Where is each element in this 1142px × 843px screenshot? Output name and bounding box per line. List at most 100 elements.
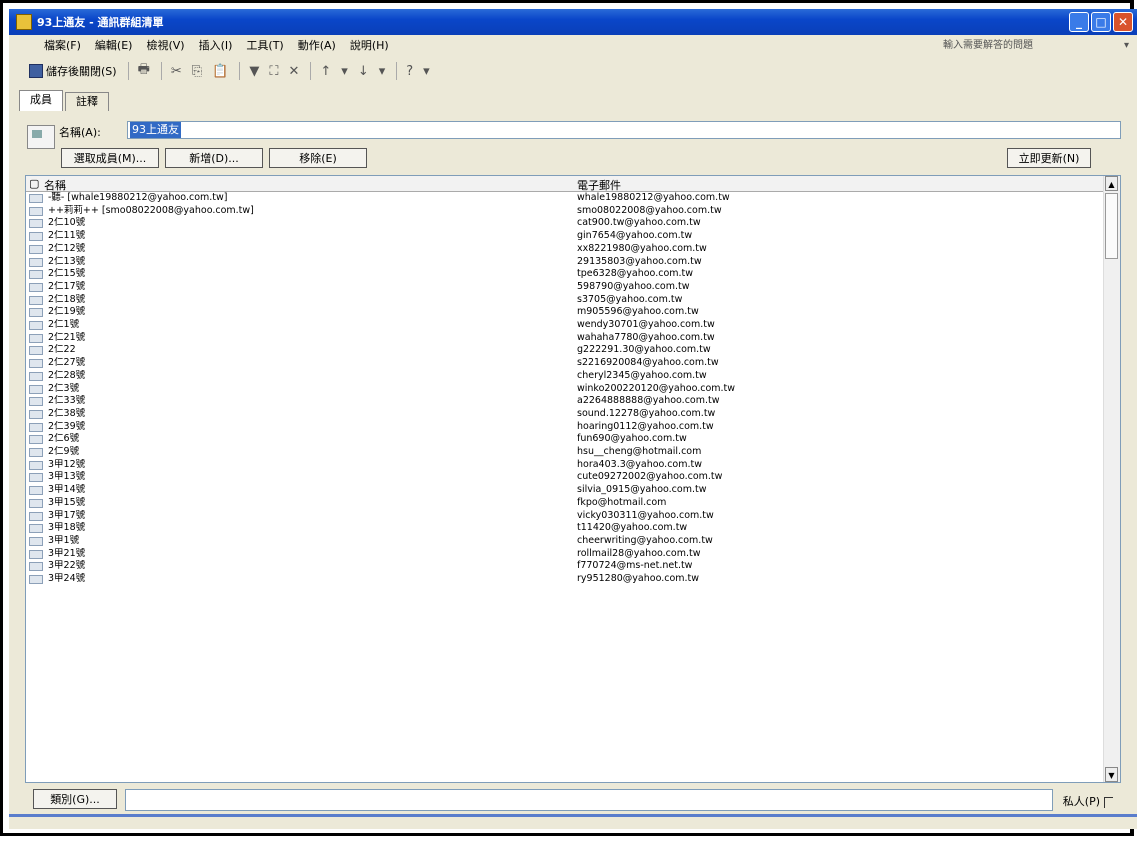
- save-close-button[interactable]: 儲存後關閉(S): [25, 60, 121, 82]
- help-chevron-icon[interactable]: ▾: [419, 60, 434, 82]
- update-now-button[interactable]: 立即更新(N): [1007, 148, 1091, 168]
- help-icon[interactable]: ?: [402, 60, 417, 82]
- menu-file[interactable]: 檔案(F): [37, 36, 88, 56]
- table-row[interactable]: 2仁6號 fun690@yahoo.com.tw: [26, 433, 1104, 446]
- contact-card-icon: [29, 295, 43, 305]
- table-row[interactable]: 2仁3號 winko200220120@yahoo.com.tw: [26, 383, 1104, 396]
- member-email: hora403.3@yahoo.com.tw: [577, 458, 703, 470]
- scroll-down-icon[interactable]: ▼: [1105, 767, 1118, 782]
- table-row[interactable]: 2仁18號 s3705@yahoo.com.tw: [26, 294, 1104, 307]
- table-row[interactable]: 2仁28號 cheryl2345@yahoo.com.tw: [26, 370, 1104, 383]
- checkbox-icon[interactable]: [1104, 796, 1113, 808]
- member-email: 29135803@yahoo.com.tw: [577, 255, 702, 267]
- vertical-scrollbar[interactable]: ▲ ▼: [1103, 176, 1120, 782]
- filter-icon[interactable]: ⛶: [265, 60, 282, 82]
- table-row[interactable]: 2仁17號 598790@yahoo.com.tw: [26, 281, 1104, 294]
- member-name: 2仁33號: [48, 395, 86, 407]
- menu-edit[interactable]: 編輯(E): [88, 36, 140, 56]
- private-checkbox[interactable]: 私人(P): [1063, 793, 1113, 809]
- remove-button[interactable]: 移除(E): [269, 148, 367, 168]
- maximize-button[interactable]: □: [1091, 12, 1111, 32]
- title-bar[interactable]: 93上通友 - 通訊群組清單 _ □ ✕: [9, 9, 1137, 35]
- copy-icon[interactable]: ⎘: [188, 60, 206, 82]
- menu-tools[interactable]: 工具(T): [239, 36, 290, 56]
- toolbar-separator: [160, 62, 162, 80]
- tab-members[interactable]: 成員: [19, 90, 63, 111]
- table-row[interactable]: 2仁12號 xx8221980@yahoo.com.tw: [26, 243, 1104, 256]
- table-row[interactable]: 3甲15號 fkpo@hotmail.com: [26, 497, 1104, 510]
- private-label: 私人(P): [1062, 795, 1100, 808]
- categories-input[interactable]: [125, 789, 1053, 811]
- member-email: tpe6328@yahoo.com.tw: [577, 268, 694, 280]
- member-email: m905596@yahoo.com.tw: [577, 306, 699, 318]
- member-email: smo08022008@yahoo.com.tw: [577, 204, 722, 216]
- move-down-icon[interactable]: ↓: [354, 60, 373, 82]
- member-email: winko200220120@yahoo.com.tw: [577, 382, 736, 394]
- table-row[interactable]: ++莉莉++ [smo08022008@yahoo.com.tw] smo0802…: [26, 205, 1104, 218]
- member-name: 3甲21號: [48, 547, 86, 559]
- scroll-up-icon[interactable]: ▲: [1105, 176, 1118, 191]
- categories-button[interactable]: 類別(G)...: [33, 789, 117, 809]
- cut-icon[interactable]: ✂: [167, 60, 186, 82]
- delete-icon[interactable]: ✕: [284, 60, 303, 82]
- member-email: whale19880212@yahoo.com.tw: [577, 192, 730, 203]
- table-row[interactable]: 2仁33號 a2264888888@yahoo.com.tw: [26, 395, 1104, 408]
- table-row[interactable]: 2仁27號 s2216920084@yahoo.com.tw: [26, 357, 1104, 370]
- toolbar-separator: [239, 62, 241, 80]
- menu-view[interactable]: 檢視(V): [139, 36, 191, 56]
- table-row[interactable]: 2仁10號 cat900.tw@yahoo.com.tw: [26, 217, 1104, 230]
- member-email: cute09272002@yahoo.com.tw: [577, 471, 723, 483]
- column-header-email[interactable]: 電子郵件: [577, 177, 621, 193]
- member-list[interactable]: ▢ 名稱 電子郵件 -聽- [whale19880212@yahoo.com.t…: [25, 175, 1121, 783]
- table-row[interactable]: 2仁9號 hsu__cheng@hotmail.com: [26, 446, 1104, 459]
- contact-card-icon: [29, 384, 43, 394]
- table-row[interactable]: 2仁1號 wendy30701@yahoo.com.tw: [26, 319, 1104, 332]
- table-row[interactable]: 2仁21號 wahaha7780@yahoo.com.tw: [26, 332, 1104, 345]
- table-row[interactable]: 2仁39號 hoaring0112@yahoo.com.tw: [26, 421, 1104, 434]
- member-email: cat900.tw@yahoo.com.tw: [577, 217, 701, 229]
- scroll-thumb[interactable]: [1105, 193, 1118, 259]
- move-up-icon[interactable]: ↑: [316, 60, 335, 82]
- menu-actions[interactable]: 動作(A): [291, 36, 343, 56]
- table-row[interactable]: 3甲17號 vicky030311@yahoo.com.tw: [26, 510, 1104, 523]
- table-row[interactable]: 3甲1號 cheerwriting@yahoo.com.tw: [26, 535, 1104, 548]
- move-up-chevron-icon[interactable]: ▾: [337, 60, 352, 82]
- add-new-button[interactable]: 新增(D)...: [165, 148, 263, 168]
- move-down-chevron-icon[interactable]: ▾: [375, 60, 390, 82]
- print-icon[interactable]: 🖶: [134, 60, 154, 82]
- member-email: fkpo@hotmail.com: [577, 496, 667, 508]
- contact-card-icon: [29, 435, 43, 445]
- table-row[interactable]: 2仁38號 sound.12278@yahoo.com.tw: [26, 408, 1104, 421]
- table-row[interactable]: 3甲22號 f770724@ms-net.net.tw: [26, 560, 1104, 573]
- table-row[interactable]: 2仁11號 gin7654@yahoo.com.tw: [26, 230, 1104, 243]
- name-input[interactable]: 93上通友: [127, 121, 1121, 139]
- table-row[interactable]: 3甲13號 cute09272002@yahoo.com.tw: [26, 471, 1104, 484]
- member-email: cheerwriting@yahoo.com.tw: [577, 534, 713, 546]
- flag-icon[interactable]: ▼: [245, 60, 263, 82]
- close-button[interactable]: ✕: [1113, 12, 1133, 32]
- select-members-button[interactable]: 選取成員(M)...: [61, 148, 159, 168]
- table-row[interactable]: 2仁13號 29135803@yahoo.com.tw: [26, 256, 1104, 269]
- table-row[interactable]: 2仁19號 m905596@yahoo.com.tw: [26, 306, 1104, 319]
- table-row[interactable]: 3甲24號 ry951280@yahoo.com.tw: [26, 573, 1104, 586]
- table-row[interactable]: 3甲14號 silvia_0915@yahoo.com.tw: [26, 484, 1104, 497]
- table-row[interactable]: 3甲21號 rollmail28@yahoo.com.tw: [26, 548, 1104, 561]
- member-email: xx8221980@yahoo.com.tw: [577, 242, 707, 254]
- table-row[interactable]: 2仁22 g222291.30@yahoo.com.tw: [26, 344, 1104, 357]
- tab-notes[interactable]: 註釋: [65, 92, 109, 111]
- help-search-box[interactable]: 輸入需要解答的問題 ▾: [943, 38, 1129, 54]
- contact-card-icon: [29, 460, 43, 470]
- member-email: fun690@yahoo.com.tw: [577, 433, 687, 445]
- table-row[interactable]: 2仁15號 tpe6328@yahoo.com.tw: [26, 268, 1104, 281]
- table-row[interactable]: 3甲18號 t11420@yahoo.com.tw: [26, 522, 1104, 535]
- minimize-button[interactable]: _: [1069, 12, 1089, 32]
- paste-icon[interactable]: 📋: [208, 60, 232, 82]
- column-header-name[interactable]: 名稱: [44, 177, 66, 193]
- menu-insert[interactable]: 插入(I): [192, 36, 240, 56]
- menu-help[interactable]: 說明(H): [343, 36, 396, 56]
- contact-card-icon: [29, 359, 43, 369]
- table-row[interactable]: -聽- [whale19880212@yahoo.com.tw] whale198…: [26, 192, 1104, 205]
- chevron-down-icon[interactable]: ▾: [1124, 38, 1129, 54]
- member-name: 2仁13號: [48, 255, 86, 267]
- table-row[interactable]: 3甲12號 hora403.3@yahoo.com.tw: [26, 459, 1104, 472]
